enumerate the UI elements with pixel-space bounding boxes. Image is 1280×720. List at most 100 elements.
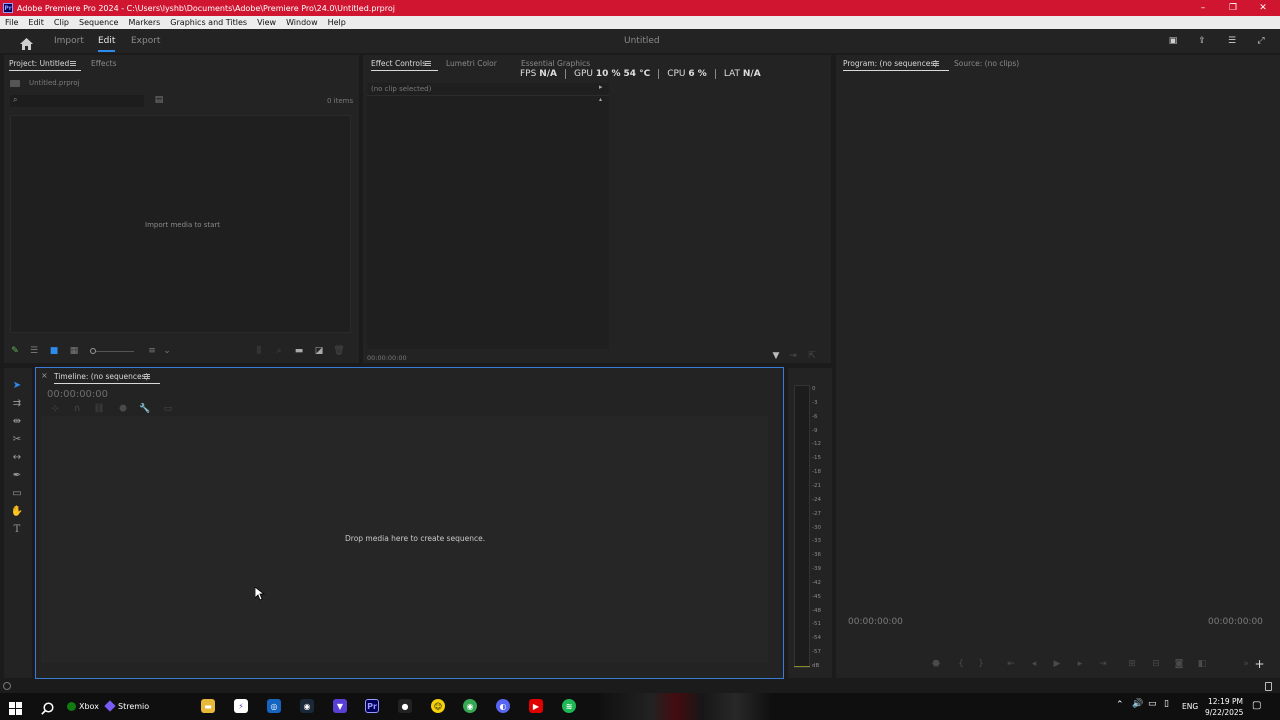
shield-taskbar-icon[interactable]: ▼	[333, 699, 347, 713]
clock-time[interactable]: 12:19 PM	[1208, 697, 1243, 706]
tab-effect-controls[interactable]: Effect Controls	[371, 59, 438, 71]
search-input[interactable]: ⌕	[10, 95, 144, 107]
edge-taskbar-icon[interactable]: ◎	[267, 699, 281, 713]
go-to-in-icon[interactable]: ⇤	[1006, 659, 1016, 669]
snapchat-taskbar-icon[interactable]: ☺	[431, 699, 445, 713]
youtube-taskbar-icon[interactable]: ▶	[529, 699, 543, 713]
selection-tool-icon[interactable]: ➤	[9, 378, 25, 392]
language-indicator[interactable]: ENG	[1182, 702, 1198, 711]
sort-icons-icon[interactable]: ≡	[147, 346, 157, 356]
more-controls-icon[interactable]: »	[1241, 659, 1251, 669]
close-button[interactable]: ✕	[1248, 0, 1278, 16]
find-icon[interactable]: ⌕	[274, 346, 284, 356]
freeform-view-icon[interactable]: ▦	[68, 346, 80, 356]
razor-tool-icon[interactable]: ✂	[9, 432, 25, 446]
step-back-icon[interactable]: ◂	[1029, 659, 1039, 669]
tab-timeline[interactable]: Timeline: (no sequences)	[54, 372, 161, 384]
icon-view-icon[interactable]: ■	[49, 346, 59, 356]
menu-markers[interactable]: Markers	[123, 18, 165, 27]
nest-icon[interactable]: ⊹	[50, 404, 60, 414]
menu-file[interactable]: File	[0, 18, 23, 27]
sort-dropdown-icon[interactable]: ⌄	[162, 346, 172, 356]
workspaces-menu-icon[interactable]: ☰	[1226, 35, 1238, 47]
automate-to-sequence-icon[interactable]: ⫼	[254, 346, 264, 356]
xbox-widget[interactable]: Xbox	[67, 698, 99, 714]
pen-tool-icon[interactable]: ✒	[9, 468, 25, 482]
hand-tool-icon[interactable]: ✋	[9, 504, 25, 518]
mark-in-icon[interactable]: {	[956, 659, 966, 669]
pencil-icon[interactable]: ✎	[10, 346, 20, 356]
windows-start-icon[interactable]	[9, 700, 22, 715]
play-icon[interactable]: ▶	[1052, 659, 1062, 669]
share-icon[interactable]: ⇪	[1196, 35, 1208, 47]
github-taskbar-icon[interactable]: ●	[398, 699, 412, 713]
tab-program[interactable]: Program: (no sequences)	[843, 59, 950, 71]
clear-icon[interactable]: 🗑	[333, 346, 344, 356]
timeline-drop-area[interactable]: Drop media here to create sequence.	[41, 416, 768, 663]
project-panel-menu-icon[interactable]	[70, 61, 76, 66]
file-explorer-taskbar-icon[interactable]: ▬	[201, 699, 215, 713]
play-triangle-icon[interactable]: ▸	[599, 83, 603, 91]
menu-graphics-and-titles[interactable]: Graphics and Titles	[165, 18, 252, 27]
export-frame-icon[interactable]: ⇥	[788, 351, 798, 361]
tab-import[interactable]: Import	[54, 36, 84, 46]
effect-controls-menu-icon[interactable]	[425, 61, 431, 66]
steam-taskbar-icon[interactable]: ◉	[300, 699, 314, 713]
export-frame-camera-icon[interactable]: ◙	[1174, 659, 1184, 669]
new-bin-icon[interactable]: ▤	[154, 95, 164, 105]
chrome-taskbar-icon[interactable]: ◉	[463, 699, 477, 713]
menu-view[interactable]: View	[252, 18, 281, 27]
minimize-button[interactable]: –	[1188, 0, 1218, 16]
menu-help[interactable]: Help	[323, 18, 351, 27]
battery-icon[interactable]: ▯	[1164, 699, 1169, 709]
transport-icon[interactable]: ⇱	[806, 351, 818, 361]
go-to-out-icon[interactable]: ⇥	[1098, 659, 1108, 669]
filter-icon[interactable]: ▼	[771, 351, 781, 361]
clock-date[interactable]: 9/22/2025	[1205, 708, 1243, 717]
add-marker-icon[interactable]: ⬣	[931, 659, 941, 669]
quick-export-icon[interactable]: ▣	[1167, 35, 1179, 47]
wrench-icon[interactable]: 🔧	[139, 404, 150, 414]
program-panel-menu-icon[interactable]	[933, 61, 939, 66]
notifications-icon[interactable]: ▢	[1252, 700, 1261, 711]
project-bin-area[interactable]: Import media to start	[10, 115, 351, 333]
tab-lumetri-color[interactable]: Lumetri Color	[446, 59, 497, 68]
spotify-taskbar-icon[interactable]: ≋	[562, 699, 576, 713]
type-tool-icon[interactable]: T	[9, 522, 25, 536]
network-icon[interactable]: ▭	[1148, 699, 1157, 709]
premiere-taskbar-icon[interactable]: Pr	[365, 699, 379, 713]
fullscreen-icon[interactable]: ⤢	[1255, 35, 1267, 47]
new-bin-bottom-icon[interactable]: ▬	[294, 346, 304, 356]
timeline-menu-icon[interactable]	[144, 374, 150, 379]
slip-tool-icon[interactable]: ↔	[9, 450, 25, 464]
status-indicator-icon[interactable]	[3, 682, 11, 690]
stremio-widget[interactable]: Stremio	[104, 698, 149, 714]
menu-clip[interactable]: Clip	[49, 18, 74, 27]
captions-icon[interactable]: ▭	[162, 404, 174, 414]
show-hidden-icons-icon[interactable]: ⌃	[1116, 700, 1124, 710]
ripple-edit-tool-icon[interactable]: ⇹	[9, 414, 25, 428]
linked-selection-icon[interactable]: ⛓	[93, 404, 104, 414]
volume-icon[interactable]: 🔊	[1132, 699, 1143, 709]
snap-icon[interactable]: ∩	[72, 404, 82, 414]
new-item-icon[interactable]: ◪	[314, 346, 324, 356]
home-icon[interactable]	[20, 35, 33, 50]
track-select-tool-icon[interactable]: ⇉	[9, 396, 25, 410]
status-file-icon[interactable]	[1265, 682, 1272, 691]
list-view-icon[interactable]: ☰	[29, 346, 39, 356]
tab-edit[interactable]: Edit	[98, 36, 116, 52]
discord-taskbar-icon[interactable]: ◐	[496, 699, 510, 713]
add-marker-timeline-icon[interactable]: ⬣	[118, 404, 128, 414]
scroll-up-icon[interactable]: ▴	[599, 96, 602, 103]
extract-icon[interactable]: ⊟	[1150, 659, 1162, 669]
tab-source[interactable]: Source: (no clips)	[954, 59, 1019, 68]
step-forward-icon[interactable]: ▸	[1075, 659, 1085, 669]
menu-sequence[interactable]: Sequence	[74, 18, 123, 27]
mark-out-icon[interactable]: }	[976, 659, 986, 669]
timeline-close-icon[interactable]: ×	[41, 371, 48, 380]
tab-project[interactable]: Project: Untitled	[9, 59, 82, 71]
button-editor-plus-icon[interactable]: +	[1254, 657, 1265, 671]
menu-edit[interactable]: Edit	[23, 18, 49, 27]
menu-window[interactable]: Window	[281, 18, 323, 27]
zoom-slider[interactable]	[96, 351, 134, 352]
